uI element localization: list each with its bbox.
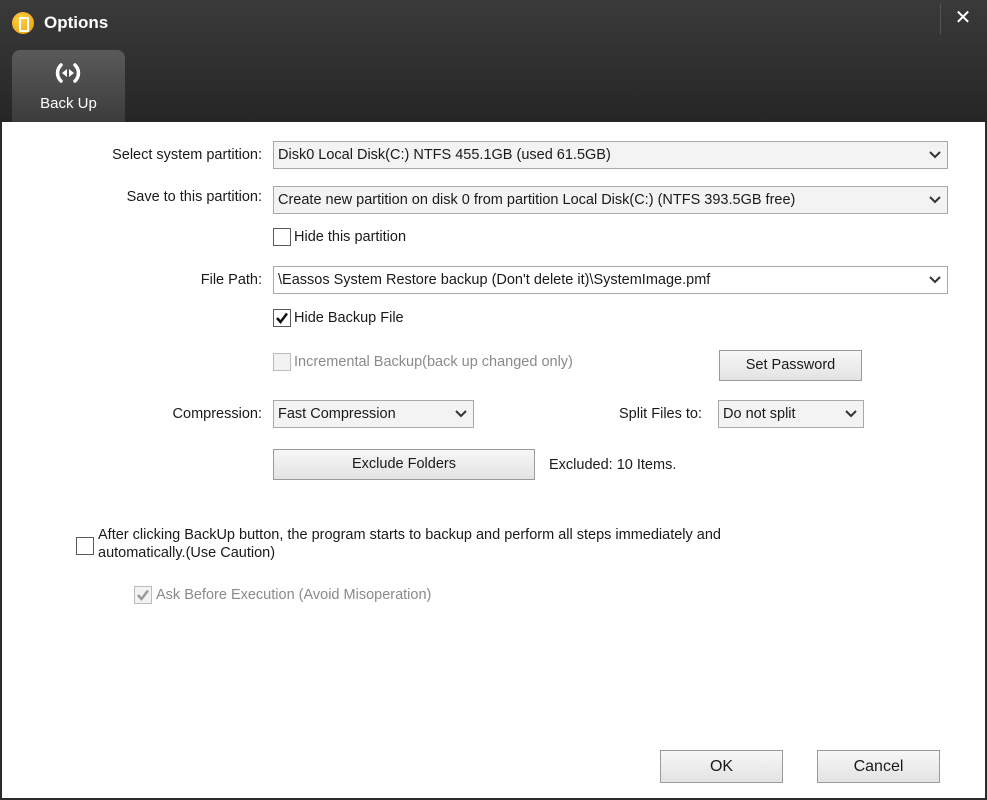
system-partition-value: Disk0 Local Disk(C:) NTFS 455.1GB (used … [278,147,611,163]
close-icon[interactable]: ✕ [952,8,974,30]
file-path-combo[interactable]: \Eassos System Restore backup (Don't del… [273,266,948,294]
window-title: Options [44,13,109,32]
system-partition-label: Select system partition: [112,147,262,163]
cancel-button[interactable]: Cancel [817,750,940,783]
chevron-down-icon [929,187,941,213]
excluded-status: Excluded: 10 Items. [549,457,677,473]
file-path-value: \Eassos System Restore backup (Don't del… [278,272,711,288]
hide-backup-file-checkbox[interactable] [273,309,291,327]
hide-partition-label: Hide this partition [294,229,407,245]
tab-back-up[interactable]: Back Up [12,50,125,122]
hide-partition-checkbox[interactable] [273,228,291,246]
auto-execute-checkbox[interactable] [76,537,94,555]
exclude-folders-button[interactable]: Exclude Folders [273,449,535,480]
save-partition-label: Save to this partition: [126,189,262,205]
hide-backup-file-label: Hide Backup File [294,310,404,326]
file-path-label: File Path: [200,272,262,288]
split-files-label: Split Files to: [619,406,702,422]
app-logo-icon [12,12,34,34]
ok-button[interactable]: OK [660,750,783,783]
compression-select[interactable]: Fast Compression [273,400,474,428]
checkmark-icon [276,312,288,324]
set-password-button[interactable]: Set Password [719,350,862,381]
chevron-down-icon [845,401,857,427]
split-files-value: Do not split [723,406,796,422]
tab-label: Back Up [40,95,97,112]
incremental-backup-checkbox[interactable] [273,353,291,371]
title-bar: Options ✕ Back Up [0,0,987,122]
incremental-backup-label: Incremental Backup(back up changed only) [294,354,573,370]
ask-before-label: Ask Before Execution (Avoid Misoperation… [156,587,432,603]
save-partition-select[interactable]: Create new partition on disk 0 from part… [273,186,948,214]
title-divider [940,4,941,34]
compression-label: Compression: [172,406,262,422]
ask-before-checkbox[interactable] [134,586,152,604]
split-files-select[interactable]: Do not split [718,400,864,428]
system-partition-select[interactable]: Disk0 Local Disk(C:) NTFS 455.1GB (used … [273,141,948,169]
chevron-down-icon [929,142,941,168]
auto-execute-label-line2: automatically.(Use Caution) [98,545,276,561]
compression-value: Fast Compression [278,406,396,422]
backup-arrows-icon [55,63,81,83]
checkmark-icon [137,589,149,601]
chevron-down-icon [929,267,941,293]
auto-execute-label-line1: After clicking BackUp button, the progra… [98,527,721,543]
save-partition-value: Create new partition on disk 0 from part… [278,192,796,208]
chevron-down-icon [455,401,467,427]
